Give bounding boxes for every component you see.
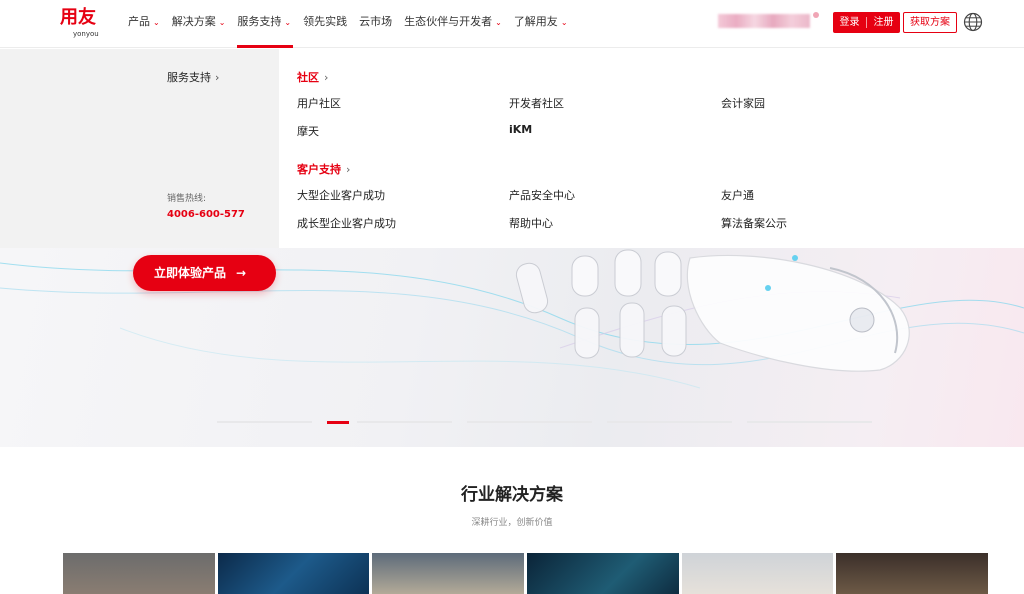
- industry-card[interactable]: [217, 553, 370, 594]
- chevron-right-icon: ›: [215, 71, 220, 84]
- carousel-dot[interactable]: [467, 421, 592, 423]
- nav-item-cloud-market[interactable]: 云市场: [359, 0, 392, 48]
- globe-icon[interactable]: [963, 12, 983, 32]
- notification-dot: [813, 12, 819, 18]
- link-youhutong[interactable]: 友户通: [721, 187, 754, 203]
- nav-item-best-practices[interactable]: 领先实践: [303, 0, 347, 48]
- industry-cards: [63, 553, 989, 594]
- nav-label: 生态伙伴与开发者: [404, 15, 493, 28]
- hero-banner: 立即体验产品 →: [0, 248, 1024, 447]
- login-register-group: 登录 注册: [833, 12, 900, 33]
- section-title: 行业解决方案: [461, 485, 563, 505]
- link-developer-community[interactable]: 开发者社区: [509, 95, 564, 111]
- register-button[interactable]: 注册: [867, 12, 900, 33]
- logo-text-cn: 用友: [60, 7, 96, 28]
- section-subtitle: 深耕行业，创新价值: [471, 518, 553, 528]
- industry-card[interactable]: [372, 553, 525, 594]
- chevron-down-icon: ⌄: [153, 18, 160, 27]
- divider: [866, 17, 867, 28]
- link-product-security[interactable]: 产品安全中心: [509, 187, 575, 203]
- nav-item-partners-developers[interactable]: 生态伙伴与开发者 ⌄: [404, 0, 502, 48]
- nav-label: 服务支持: [237, 15, 282, 28]
- hotline-label: 销售热线:: [167, 194, 207, 204]
- hotline-number[interactable]: 4006-600-577: [167, 209, 245, 220]
- nav-item-about[interactable]: 了解用友 ⌄: [514, 0, 568, 48]
- link-user-community[interactable]: 用户社区: [297, 95, 341, 111]
- link-accounting-home[interactable]: 会计家园: [721, 95, 765, 111]
- chevron-right-icon: ›: [346, 163, 351, 176]
- industry-card[interactable]: [527, 553, 679, 594]
- industry-card[interactable]: [63, 553, 215, 594]
- get-plan-button[interactable]: 获取方案: [903, 12, 957, 33]
- nav-label: 解决方案: [171, 15, 216, 28]
- carousel-indicators: [0, 421, 1024, 424]
- robot-hand: [515, 249, 910, 372]
- chevron-down-icon: ⌄: [284, 18, 292, 27]
- link-algorithm-filing[interactable]: 算法备案公示: [721, 215, 787, 231]
- carousel-dot[interactable]: [607, 421, 732, 423]
- industry-card[interactable]: [681, 553, 834, 594]
- chevron-down-icon: ⌄: [218, 18, 226, 27]
- link-growth-success[interactable]: 成长型企业客户成功: [297, 215, 396, 231]
- carousel-dot[interactable]: [357, 421, 452, 423]
- chevron-down-icon: ⌄: [560, 18, 568, 27]
- chevron-down-icon: ⌄: [495, 18, 502, 27]
- carousel-dot[interactable]: [217, 421, 312, 423]
- category-title: 客户支持: [297, 163, 341, 176]
- blurred-user-info[interactable]: [718, 14, 810, 28]
- category-title: 社区: [297, 71, 319, 84]
- nav-label: 领先实践: [303, 15, 348, 28]
- dropdown-sidebar: 服务支持 › 销售热线: 4006-600-577: [0, 49, 279, 248]
- carousel-dot-active[interactable]: [327, 421, 349, 424]
- try-product-button[interactable]: 立即体验产品 →: [133, 255, 276, 291]
- side-title-label: 服务支持: [167, 71, 211, 84]
- nav-label: 产品: [128, 15, 150, 28]
- category-customer-support[interactable]: 客户支持 ›: [297, 161, 350, 177]
- nav-item-products[interactable]: 产品 ⌄: [128, 0, 160, 48]
- nav-label: 了解用友: [513, 15, 558, 28]
- service-support-dropdown: 服务支持 › 销售热线: 4006-600-577 社区 › 用户社区 开发者社区 …: [0, 49, 1024, 248]
- nav-item-service-support[interactable]: 服务支持 ⌄: [237, 0, 293, 48]
- link-help-center[interactable]: 帮助中心: [509, 215, 553, 231]
- carousel-dot[interactable]: [747, 421, 872, 423]
- nav-label: 云市场: [359, 15, 393, 28]
- nav-item-solutions[interactable]: 解决方案 ⌄: [172, 0, 226, 48]
- arrow-right-icon: →: [236, 266, 247, 280]
- dropdown-side-title[interactable]: 服务支持 ›: [167, 69, 219, 85]
- login-button[interactable]: 登录: [833, 12, 866, 33]
- yonyou-logo[interactable]: 用友 yonyou: [60, 7, 106, 41]
- cta-label: 立即体验产品: [154, 266, 227, 280]
- site-header: 用友 yonyou 产品 ⌄ 解决方案 ⌄ 服务支持 ⌄ 领先实践 云市场 生态伙伴与…: [0, 0, 1024, 48]
- link-enterprise-success[interactable]: 大型企业客户成功: [297, 187, 385, 203]
- main-nav: 产品 ⌄ 解决方案 ⌄ 服务支持 ⌄ 领先实践 云市场 生态伙伴与开发者 ⌄ 了解用友 ⌄: [128, 0, 580, 48]
- chevron-right-icon: ›: [324, 71, 329, 84]
- industry-card[interactable]: [836, 553, 989, 594]
- link-ikm[interactable]: iKM: [509, 123, 532, 136]
- category-community[interactable]: 社区 ›: [297, 69, 328, 85]
- link-motian[interactable]: 摩天: [297, 123, 319, 139]
- logo-text-en: yonyou: [73, 30, 99, 38]
